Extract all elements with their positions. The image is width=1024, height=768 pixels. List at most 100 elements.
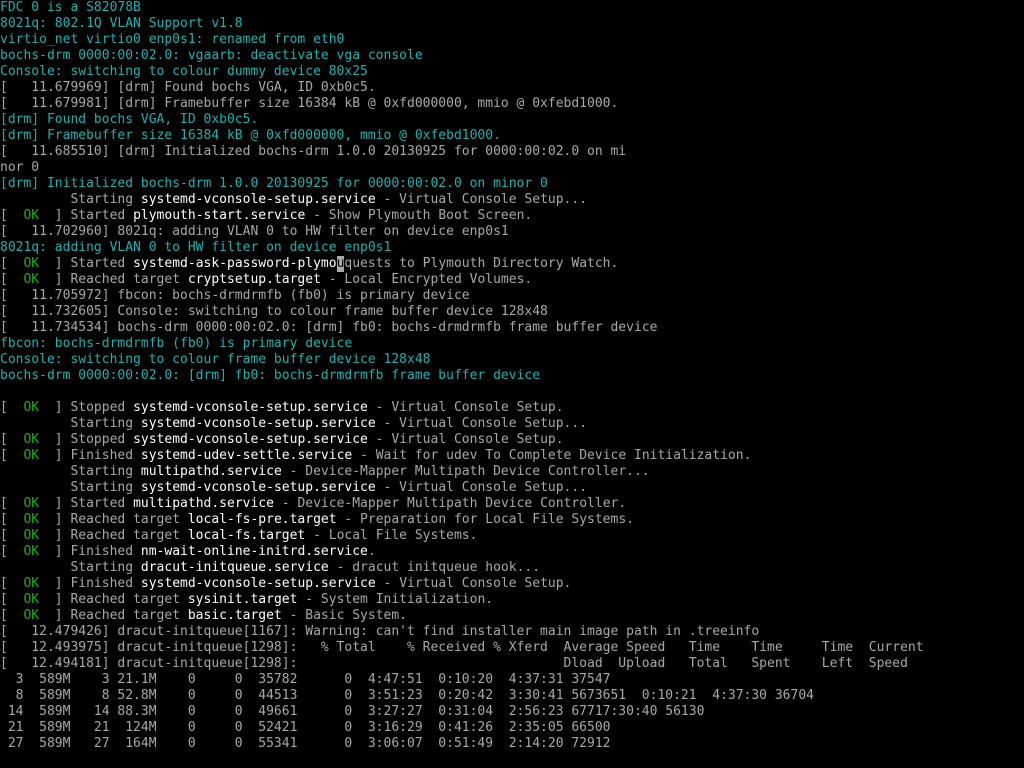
unit-name: local-fs-pre.target [187,512,337,527]
status-bracket-open: [ [0,592,24,607]
unit-description: - Device-Mapper Multipath Device Control… [281,464,650,479]
boot-console: FDC 0 is a S82078B 8021q: 802.1Q VLAN Sup… [0,0,1024,768]
status-verb: Reached target [70,592,188,607]
status-bracket-close: ] [39,592,71,607]
unit-name: systemd-vconsole-setup.service [133,400,368,415]
status-bracket-open: [ [0,208,24,223]
starting-verb: Starting [0,464,141,479]
kernel-message-line: 8021q: adding VLAN 0 to HW filter on dev… [0,240,392,255]
unit-description: - Virtual Console Setup. [375,576,572,591]
log-line: 27 589M 27 164M 0 0 55341 0 3:06:07 0:51… [0,736,611,751]
status-verb: Reached target [70,528,188,543]
status-line: [ OK ] Reached target cryptsetup.target … [0,272,1024,288]
kernel-message-line: 8021q: 802.1Q VLAN Support v1.8 [0,16,243,31]
unit-name: plymouth-start.service [133,208,306,223]
log-line: [ 11.702960] 8021q: adding VLAN 0 to HW … [0,224,509,239]
status-bracket-open: [ [0,544,24,559]
unit-description: - Wait for udev To Complete Device Initi… [352,448,752,463]
status-bracket-open: [ [0,576,24,591]
log-line: [ 11.734534] bochs-drm 0000:00:02.0: [dr… [0,320,658,335]
status-verb: Reached target [70,608,188,623]
status-bracket-close: ] [39,496,71,511]
status-bracket-close: ] [39,576,71,591]
status-bracket-close: ] [39,272,71,287]
log-line: 8 589M 8 52.8M 0 0 44513 0 3:51:23 0:20:… [0,688,814,703]
log-line: 21 589M 21 124M 0 0 52421 0 3:16:29 0:41… [0,720,611,735]
unit-description: - Virtual Console Setup. [367,400,564,415]
unit-description: - System Initialization. [297,592,494,607]
ok-status: OK [23,448,40,463]
unit-name: systemd-vconsole-setup.service [133,432,368,447]
status-verb: Finished [70,576,141,591]
ok-status: OK [23,400,40,415]
starting-line: Starting multipathd.service - Device-Map… [0,464,1024,480]
status-verb: Reached target [70,512,188,527]
status-verb: Started [70,208,134,223]
status-bracket-close: ] [39,432,71,447]
unit-name: sysinit.target [187,592,298,607]
status-bracket-open: [ [0,512,24,527]
unit-name: nm-wait-online-initrd.service [140,544,368,559]
unit-name: local-fs.target [187,528,306,543]
unit-description: - Local Encrypted Volumes. [320,272,533,287]
log-line: [ 11.685510] [drm] Initialized bochs-drm… [0,144,627,159]
unit-description: - Virtual Console Setup... [375,192,588,207]
status-bracket-close: ] [39,448,71,463]
unit-name: basic.target [187,608,282,623]
ok-status: OK [23,512,40,527]
status-line: [ OK ] Reached target sysinit.target - S… [0,592,1024,608]
status-bracket-close: ] [39,208,71,223]
status-line: [ OK ] Started plymouth-start.service - … [0,208,1024,224]
status-bracket-open: [ [0,256,24,271]
unit-description: - dracut initqueue hook... [328,560,541,575]
status-line: [ OK ] Started multipathd.service - Devi… [0,496,1024,512]
ok-status: OK [23,208,40,223]
status-line: [ OK ] Reached target basic.target - Bas… [0,608,1024,624]
unit-name: dracut-initqueue.service [140,560,329,575]
unit-name: systemd-vconsole-setup.service [140,480,376,495]
status-bracket-open: [ [0,448,24,463]
ok-status: OK [23,432,40,447]
log-line: [ 11.705972] fbcon: bochs-drmdrmfb (fb0)… [0,288,470,303]
status-bracket-close: ] [39,528,71,543]
status-verb: Started [70,256,134,271]
status-bracket-close: ] [39,544,71,559]
status-bracket-open: [ [0,608,24,623]
status-line: [ OK ] Finished nm-wait-online-initrd.se… [0,544,1024,560]
kernel-message-line: Console: switching to colour frame buffe… [0,352,431,367]
status-verb: Finished [70,544,141,559]
status-bracket-open: [ [0,400,24,415]
log-line: [ 12.494181] dracut-initqueue[1298]: Dlo… [0,656,908,671]
kernel-message-line: [drm] Found bochs VGA, ID 0xb0c5. [0,112,259,127]
status-verb: Finished [70,448,141,463]
unit-name: systemd-vconsole-setup.service [140,192,376,207]
kernel-message-line: fbcon: bochs-drmdrmfb (fb0) is primary d… [0,336,353,351]
ok-status: OK [23,592,40,607]
kernel-message-line: virtio_net virtio0 enp0s1: renamed from … [0,32,345,47]
log-line: 3 589M 3 21.1M 0 0 35782 0 4:47:51 0:10:… [0,672,611,687]
status-bracket-close: ] [39,608,71,623]
unit-description: - Device-Mapper Multipath Device Control… [273,496,627,511]
starting-verb: Starting [0,416,141,431]
starting-line: Starting dracut-initqueue.service - drac… [0,560,1024,576]
unit-description: - Local File Systems. [305,528,478,543]
ok-status: OK [23,576,40,591]
status-line: [ OK ] Started systemd-ask-password-plym… [0,256,1024,272]
unit-name: multipathd.service [140,464,282,479]
starting-verb: Starting [0,560,141,575]
status-verb: Stopped [70,400,134,415]
status-bracket-close: ] [39,256,71,271]
status-line: [ OK ] Stopped systemd-vconsole-setup.se… [0,432,1024,448]
ok-status: OK [23,256,40,271]
status-verb: Started [70,496,134,511]
kernel-message-line: [drm] Initialized bochs-drm 1.0.0 201309… [0,176,548,191]
status-line: [ OK ] Reached target local-fs-pre.targe… [0,512,1024,528]
unit-name: systemd-udev-settle.service [140,448,353,463]
unit-description: - Virtual Console Setup... [375,480,588,495]
status-line: [ OK ] Stopped systemd-vconsole-setup.se… [0,400,1024,416]
status-line: [ OK ] Reached target local-fs.target - … [0,528,1024,544]
starting-line: Starting systemd-vconsole-setup.service … [0,416,1024,432]
unit-name: multipathd.service [133,496,274,511]
log-line: nor 0 [0,160,40,175]
